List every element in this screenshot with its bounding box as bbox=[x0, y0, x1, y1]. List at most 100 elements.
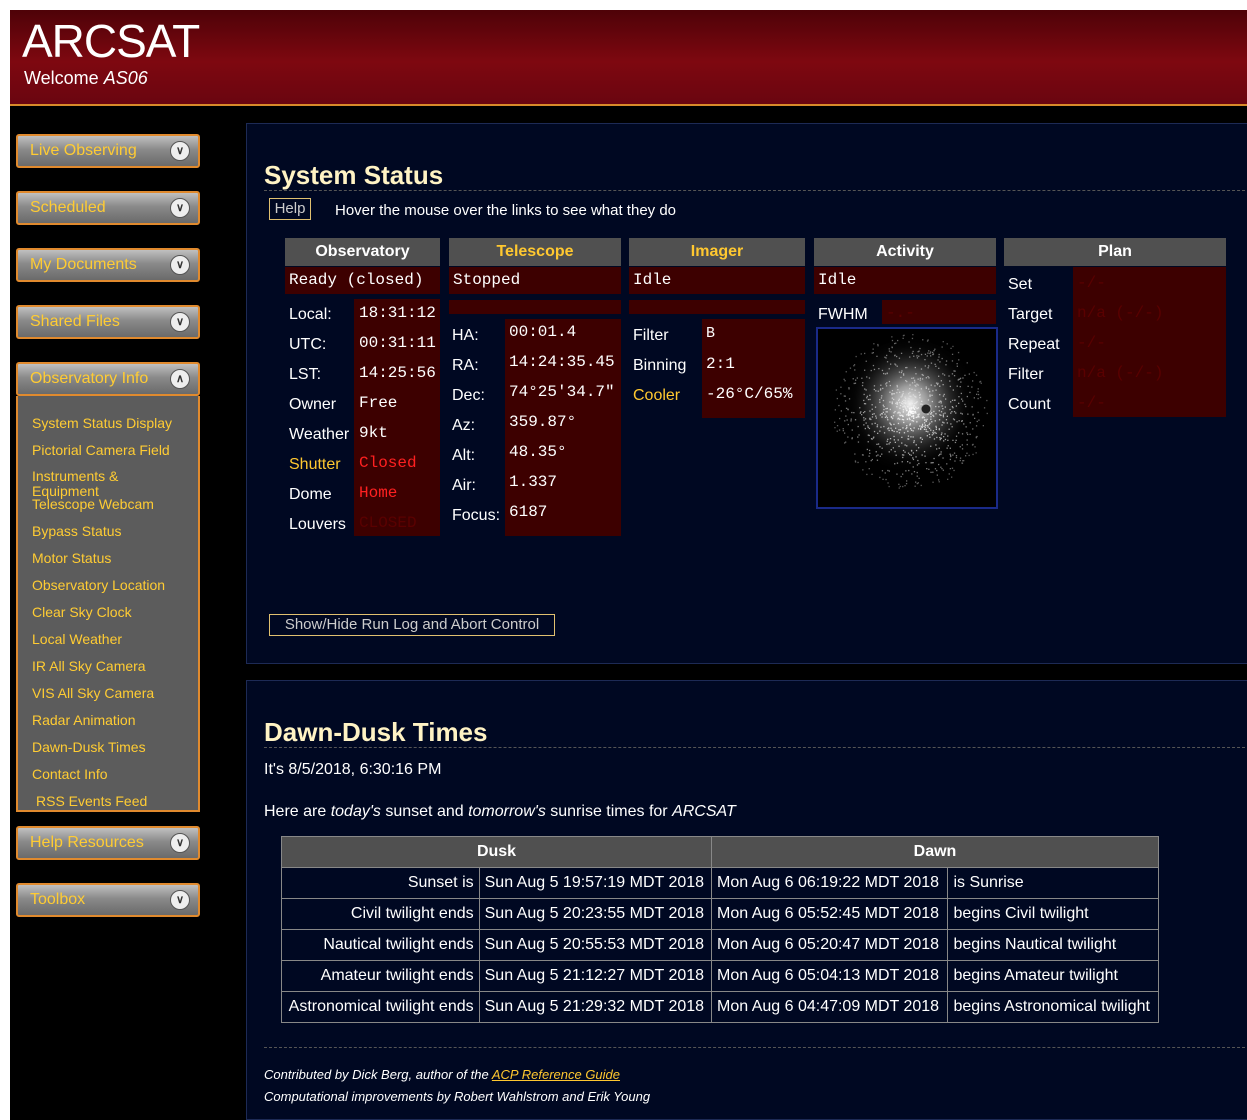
air-label: Air: bbox=[452, 477, 476, 494]
speckle bbox=[938, 356, 940, 358]
speckle bbox=[919, 397, 921, 399]
speckle bbox=[905, 408, 907, 410]
chevron-down-icon[interactable]: ∨ bbox=[170, 890, 190, 910]
speckle bbox=[936, 448, 938, 450]
speckle bbox=[927, 352, 929, 354]
link-system-status-display[interactable]: System Status Display bbox=[32, 415, 172, 431]
speckle bbox=[918, 413, 920, 415]
menu-my-documents[interactable]: My Documents ∨ bbox=[16, 248, 200, 282]
speckle bbox=[864, 369, 866, 371]
speckle bbox=[869, 410, 871, 412]
speckle bbox=[864, 427, 866, 430]
link-motor-status[interactable]: Motor Status bbox=[32, 550, 111, 566]
speckle bbox=[949, 380, 951, 382]
az-value: 359.87° bbox=[509, 413, 577, 431]
speckle bbox=[909, 453, 911, 456]
speckle bbox=[887, 469, 889, 472]
speckle bbox=[851, 437, 853, 439]
plan-target-value: n/a (-/-) bbox=[1077, 304, 1164, 322]
column-imager[interactable]: Imager bbox=[629, 238, 805, 266]
weather-label[interactable]: Weather bbox=[289, 426, 349, 444]
chevron-down-icon[interactable]: ∨ bbox=[170, 141, 190, 161]
menu-scheduled[interactable]: Scheduled ∨ bbox=[16, 191, 200, 225]
link-telescope-webcam[interactable]: Telescope Webcam bbox=[32, 496, 154, 512]
chevron-down-icon[interactable]: ∨ bbox=[170, 833, 190, 853]
chevron-down-icon[interactable]: ∨ bbox=[170, 198, 190, 218]
speckle bbox=[915, 456, 917, 458]
speckle bbox=[945, 360, 948, 362]
dawn-event: begins Astronomical twilight bbox=[947, 991, 1159, 1023]
column-telescope[interactable]: Telescope bbox=[449, 238, 621, 266]
speckle bbox=[976, 420, 978, 423]
speckle bbox=[938, 375, 940, 377]
speckle bbox=[883, 432, 886, 434]
link-instruments-equipment[interactable]: Instruments & Equipment bbox=[32, 469, 142, 499]
speckle bbox=[942, 413, 945, 415]
speckle bbox=[945, 364, 947, 366]
speckle bbox=[943, 393, 945, 396]
speckle bbox=[977, 411, 979, 414]
louvers-label: Louvers bbox=[289, 516, 346, 533]
link-contact-info[interactable]: Contact Info bbox=[32, 766, 108, 782]
speckle bbox=[853, 382, 855, 385]
link-observatory-location[interactable]: Observatory Location bbox=[32, 577, 165, 593]
menu-shared-files[interactable]: Shared Files ∨ bbox=[16, 305, 200, 339]
speckle bbox=[969, 422, 971, 424]
speckle bbox=[876, 459, 879, 461]
speckle bbox=[925, 420, 927, 422]
menu-live-observing[interactable]: Live Observing ∨ bbox=[16, 134, 200, 168]
speckle bbox=[930, 418, 932, 420]
speckle bbox=[903, 401, 905, 404]
link-local-weather[interactable]: Local Weather bbox=[32, 631, 122, 647]
link-dawn-dusk-times[interactable]: Dawn-Dusk Times bbox=[32, 739, 146, 755]
column-activity[interactable]: Activity bbox=[814, 238, 996, 266]
acp-reference-guide-link[interactable]: ACP Reference Guide bbox=[492, 1067, 620, 1082]
speckle bbox=[938, 353, 940, 356]
speckle bbox=[915, 406, 917, 408]
dusk-time: Sun Aug 5 21:29:32 MDT 2018 bbox=[478, 991, 713, 1023]
chevron-down-icon[interactable]: ∨ bbox=[170, 255, 190, 275]
speckle bbox=[857, 461, 859, 464]
link-pictorial-camera-field[interactable]: Pictorial Camera Field bbox=[32, 442, 170, 458]
speckle bbox=[973, 397, 975, 399]
link-vis-all-sky-camera[interactable]: VIS All Sky Camera bbox=[32, 685, 154, 701]
cooler-label[interactable]: Cooler bbox=[633, 387, 680, 405]
help-button[interactable]: Help bbox=[269, 198, 311, 220]
speckle bbox=[914, 410, 917, 413]
speckle bbox=[922, 339, 924, 341]
speckle bbox=[951, 426, 953, 428]
speckle bbox=[950, 455, 952, 458]
link-clear-sky-clock[interactable]: Clear Sky Clock bbox=[32, 604, 132, 620]
speckle bbox=[919, 394, 921, 397]
speckle bbox=[891, 392, 893, 395]
chevron-up-icon[interactable]: ∧ bbox=[170, 369, 190, 389]
speckle bbox=[889, 408, 891, 411]
speckle bbox=[906, 425, 908, 427]
speckle bbox=[959, 457, 962, 459]
menu-observatory-info[interactable]: Observatory Info ∧ bbox=[16, 362, 200, 396]
link-rss-events-feed[interactable]: RSS Events Feed bbox=[36, 793, 147, 809]
shutter-label[interactable]: Shutter bbox=[289, 456, 341, 474]
column-observatory[interactable]: Observatory bbox=[285, 238, 440, 266]
run-log-toggle-button[interactable]: Show/Hide Run Log and Abort Control bbox=[269, 614, 555, 636]
menu-toolbox[interactable]: Toolbox ∨ bbox=[16, 883, 200, 917]
link-bypass-status[interactable]: Bypass Status bbox=[32, 523, 122, 539]
speckle bbox=[866, 473, 868, 476]
link-radar-animation[interactable]: Radar Animation bbox=[32, 712, 136, 728]
chevron-down-icon[interactable]: ∨ bbox=[170, 312, 190, 332]
speckle bbox=[926, 418, 928, 421]
menu-help-resources[interactable]: Help Resources ∨ bbox=[16, 826, 200, 860]
speckle bbox=[891, 417, 894, 420]
speckle bbox=[842, 430, 844, 432]
speckle bbox=[925, 386, 927, 388]
link-ir-all-sky-camera[interactable]: IR All Sky Camera bbox=[32, 658, 146, 674]
speckle bbox=[940, 453, 942, 455]
speckle bbox=[905, 483, 908, 485]
speckle bbox=[953, 375, 956, 377]
speckle bbox=[974, 446, 976, 448]
speckle bbox=[897, 439, 899, 441]
speckle bbox=[851, 429, 853, 431]
speckle bbox=[886, 361, 889, 363]
dusk-event: Astronomical twilight ends bbox=[281, 991, 480, 1023]
column-plan[interactable]: Plan bbox=[1004, 238, 1226, 266]
